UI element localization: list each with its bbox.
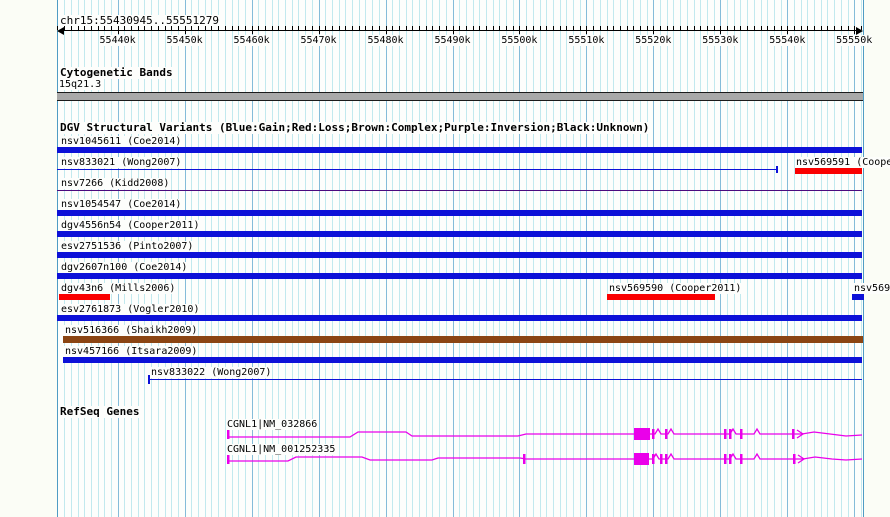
gene-exon-tick[interactable]: [665, 454, 668, 464]
gene-exon-tick[interactable]: [724, 429, 727, 439]
gene-exon-box[interactable]: [634, 428, 650, 440]
gene-exon-tick[interactable]: [660, 454, 663, 464]
gene-exon-tick[interactable]: [652, 454, 655, 464]
gene-exon-tick[interactable]: [652, 429, 655, 439]
gene-exon-tick[interactable]: [740, 429, 743, 439]
gene-exon-tick[interactable]: [523, 454, 526, 464]
gene-start-tick: [227, 455, 230, 464]
gene-models-drawing: [0, 0, 890, 517]
gene-exon-box[interactable]: [634, 453, 649, 465]
gene-exon-tick[interactable]: [729, 429, 732, 439]
genome-browser-panel: chr15:55430945..55551279 55440k55450k554…: [0, 0, 890, 517]
gene-intron-line[interactable]: [228, 429, 862, 437]
gene-start-tick: [227, 430, 230, 439]
gene-exon-tick[interactable]: [792, 429, 795, 439]
gene-exon-tick[interactable]: [724, 454, 727, 464]
gene-exon-tick[interactable]: [665, 429, 668, 439]
gene-exon-tick[interactable]: [740, 454, 743, 464]
gene-exon-tick[interactable]: [729, 454, 732, 464]
gene-exon-tick[interactable]: [793, 454, 796, 464]
gene-intron-line[interactable]: [228, 454, 862, 461]
